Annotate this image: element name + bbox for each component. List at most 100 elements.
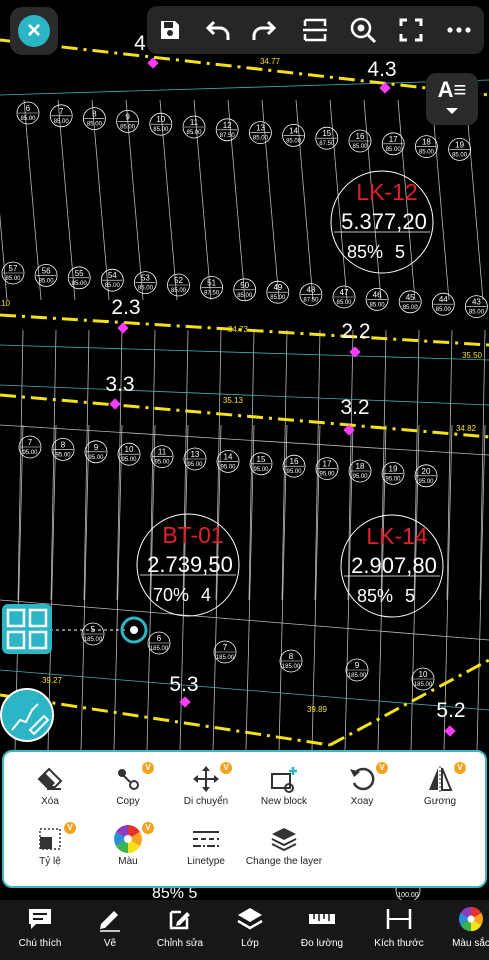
layers-icon xyxy=(271,828,297,852)
rotate-icon xyxy=(350,767,375,791)
change-layer-tool-button[interactable]: Change the layer xyxy=(244,822,324,882)
lot-number: 6 xyxy=(157,634,162,643)
linetype-tool-button[interactable]: Linetype xyxy=(166,822,246,882)
lot-number: 18 xyxy=(422,138,431,147)
lot-bubble: 6 185.00 xyxy=(147,631,171,655)
nav-edit[interactable]: Chỉnh sửa xyxy=(145,900,215,960)
eraser-icon xyxy=(37,767,63,790)
linetype-icon xyxy=(193,831,219,847)
zoom-extents-button[interactable] xyxy=(340,6,386,54)
edit-tools-panel: Xóa V Copy V Di chuyển New block V Xoay … xyxy=(2,750,487,888)
lot-area: 85.00 xyxy=(87,122,103,128)
lot-area: 185.00 xyxy=(282,664,301,670)
lot-number: 43 xyxy=(472,298,481,307)
lot-area: 95.00 xyxy=(154,460,170,466)
lot-number: 9 xyxy=(355,661,360,670)
nav-colors[interactable]: Màu sắc xyxy=(436,900,489,960)
lot-number: 46 xyxy=(373,290,382,299)
lot-number: 49 xyxy=(273,283,282,292)
delete-tool-button[interactable]: Xóa xyxy=(10,762,90,822)
lot-bubble: 7 185.00 xyxy=(213,640,237,664)
lot-number: 52 xyxy=(174,276,183,285)
lot-number: 48 xyxy=(306,286,315,295)
block-select-button[interactable] xyxy=(2,604,52,654)
pro-badge: V xyxy=(220,762,232,774)
lot-number: 7 xyxy=(28,438,33,447)
mirror-tool-button[interactable]: V Gương xyxy=(400,762,480,822)
dimension-label: 39.27 xyxy=(42,676,63,685)
lot-number: 9 xyxy=(94,443,99,452)
lot-area: 85.00 xyxy=(138,286,154,292)
dimension-label: 34.73 xyxy=(228,325,249,334)
lot-density: 85% xyxy=(357,586,393,606)
undo-button[interactable] xyxy=(195,6,241,54)
nav-draw[interactable]: Vẽ xyxy=(75,900,145,960)
pro-badge: V xyxy=(142,762,154,774)
lot-bubble: 9 185.00 xyxy=(345,658,369,682)
new-block-tool-button[interactable]: New block xyxy=(244,762,324,822)
nav-measure[interactable]: Đo lường xyxy=(287,900,357,960)
nav-layers[interactable]: Lớp xyxy=(215,900,285,960)
lot-bubble: 15 87.50 xyxy=(315,126,339,150)
lot-area: 85.00 xyxy=(105,283,121,289)
lot-number: 13 xyxy=(191,450,200,459)
lot-bubble: 50 85.00 xyxy=(233,278,257,302)
lot-number: 7 xyxy=(59,107,64,116)
lot-area: 5.377,20 xyxy=(341,209,427,234)
save-button[interactable] xyxy=(147,6,193,54)
rotate-tool-button[interactable]: V Xoay xyxy=(322,762,402,822)
lot-number: 19 xyxy=(455,140,464,149)
lot-bubble: 11 85.00 xyxy=(182,115,206,139)
more-options-button[interactable] xyxy=(436,6,482,54)
fullscreen-button[interactable] xyxy=(388,6,434,54)
mirror-icon xyxy=(429,766,453,792)
lot-number: 12 xyxy=(223,121,232,130)
copy-tool-button[interactable]: V Copy xyxy=(88,762,168,822)
lot-bubble: 14 85.00 xyxy=(282,123,306,147)
lot-title: LK-12 xyxy=(356,179,417,205)
bottom-navigation: Chú thích Vẽ Chỉnh sửa Lớp Đo lường Kích… xyxy=(0,900,489,960)
lot-bubble: 885.00 xyxy=(83,107,106,130)
lot-area: 100.00 xyxy=(397,892,419,899)
lot-bubble: 54 85.00 xyxy=(100,268,124,292)
lot-bubble: 46 85.00 xyxy=(365,287,389,311)
lot-area: 85.00 xyxy=(436,307,452,313)
lot-number: 10 xyxy=(156,115,165,124)
move-tool-button[interactable]: V Di chuyển xyxy=(166,762,246,822)
nav-annotate[interactable]: Chú thích xyxy=(5,900,75,960)
lot-number: 15 xyxy=(322,129,331,138)
lot-number: 11 xyxy=(190,118,199,127)
lot-bubble: 10 185.00 xyxy=(411,667,435,691)
more-icon xyxy=(447,27,471,33)
lot-bubble: 19 95.00 xyxy=(381,461,405,485)
chevron-down-icon xyxy=(445,108,458,114)
lot-bubble: 12 87.50 xyxy=(215,118,239,142)
lot-area: 85.00 xyxy=(336,300,352,306)
sketch-mode-button[interactable] xyxy=(0,688,54,742)
lot-area: 185.00 xyxy=(216,655,235,661)
scale-tool-button[interactable]: V Tỷ lệ xyxy=(10,822,90,882)
close-icon: × xyxy=(18,15,50,47)
lot-bubble: 56 85.00 xyxy=(34,263,58,287)
lot-floors: 5 xyxy=(405,586,415,606)
close-button[interactable]: × xyxy=(10,7,58,55)
undo-icon xyxy=(205,20,230,40)
nav-dimension[interactable]: Kích thước xyxy=(364,900,434,960)
lot-number: 19 xyxy=(389,464,398,473)
move-icon xyxy=(193,766,219,792)
lot-area: 85.00 xyxy=(186,130,202,136)
color-tool-button[interactable]: V Màu xyxy=(88,822,168,882)
lot-bubble: 17 85.00 xyxy=(381,132,405,156)
lot-area: 95.00 xyxy=(187,462,203,468)
redo-button[interactable] xyxy=(241,6,287,54)
fit-width-button[interactable] xyxy=(292,6,338,54)
lot-bubble: 18 95.00 xyxy=(348,459,372,483)
lot-bubble: 53 85.00 xyxy=(133,271,157,295)
lot-area: 95.00 xyxy=(352,474,368,480)
top-toolbar xyxy=(147,6,484,54)
dimension-icon xyxy=(386,909,412,929)
fullscreen-icon xyxy=(399,18,423,42)
lot-number: 54 xyxy=(108,271,117,280)
zoom-icon xyxy=(350,17,377,44)
text-style-button[interactable]: A≡ xyxy=(426,73,478,125)
